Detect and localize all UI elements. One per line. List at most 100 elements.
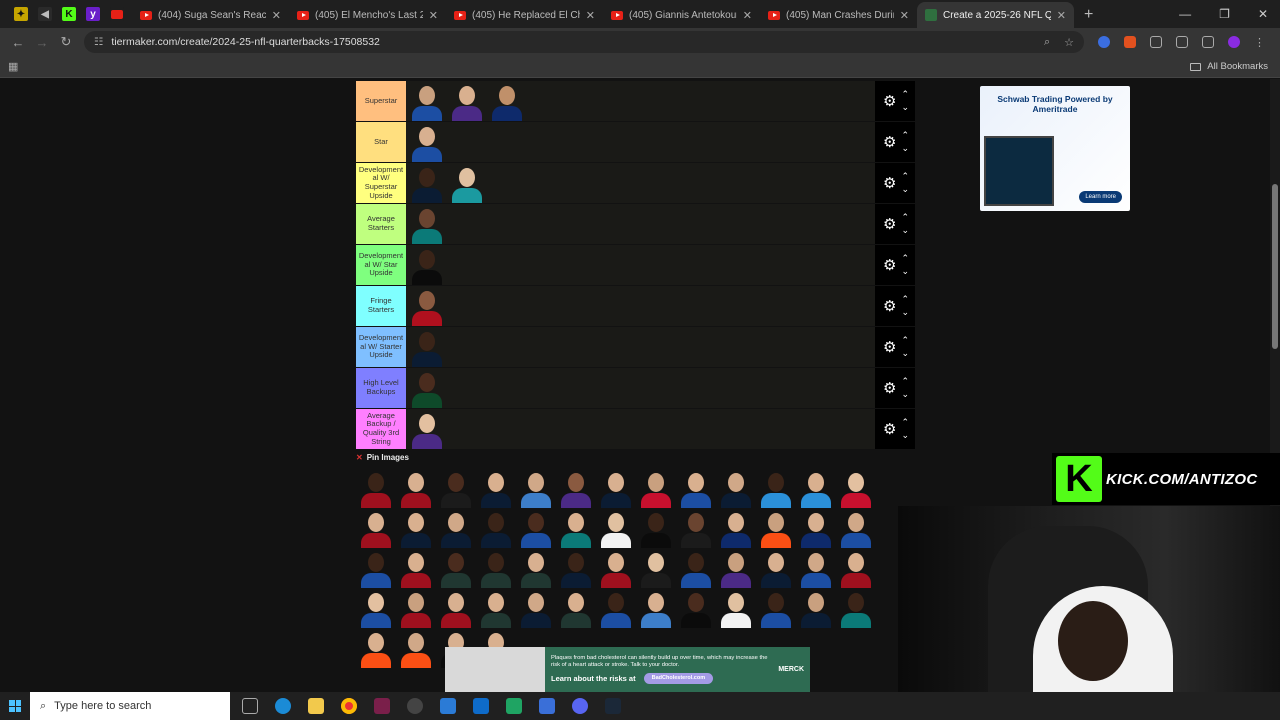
app-icon[interactable]: [407, 698, 423, 714]
move-down-icon[interactable]: ⌄: [901, 388, 909, 401]
player-image[interactable]: [407, 163, 447, 203]
minimize-button[interactable]: —: [1179, 7, 1191, 21]
player-image[interactable]: [596, 468, 636, 508]
move-up-icon[interactable]: ⌃: [901, 252, 909, 265]
app-icon[interactable]: [374, 698, 390, 714]
move-down-icon[interactable]: ⌄: [901, 224, 909, 237]
move-down-icon[interactable]: ⌄: [901, 429, 909, 442]
player-image[interactable]: [796, 508, 836, 548]
tier-label[interactable]: Fringe Starters: [356, 286, 406, 326]
move-up-icon[interactable]: ⌃: [901, 88, 909, 101]
tier-label[interactable]: High Level Backups: [356, 368, 406, 408]
player-image[interactable]: [676, 508, 716, 548]
player-image[interactable]: [407, 245, 447, 285]
pinned-tab-icon[interactable]: ✦: [14, 7, 28, 21]
player-image[interactable]: [476, 548, 516, 588]
kick-icon[interactable]: K: [62, 7, 76, 21]
player-image[interactable]: [716, 548, 756, 588]
address-bar[interactable]: ☷ tiermaker.com/create/2024-25-nfl-quart…: [84, 31, 1084, 53]
app-icon[interactable]: [506, 698, 522, 714]
ad-learn-more-button[interactable]: Learn more: [1079, 191, 1122, 203]
player-image[interactable]: [556, 468, 596, 508]
tab-close-icon[interactable]: ✕: [1057, 9, 1066, 22]
player-image[interactable]: [756, 468, 796, 508]
player-image[interactable]: [487, 81, 527, 121]
profile-avatar[interactable]: [1228, 36, 1240, 48]
player-image[interactable]: [716, 468, 756, 508]
start-button[interactable]: [0, 700, 30, 712]
move-up-icon[interactable]: ⌃: [901, 375, 909, 388]
player-image[interactable]: [836, 508, 876, 548]
audio-tab-icon[interactable]: ◀: [38, 7, 52, 21]
discord-icon[interactable]: [572, 698, 588, 714]
player-image[interactable]: [396, 548, 436, 588]
all-bookmarks[interactable]: All Bookmarks: [1190, 61, 1272, 72]
gear-icon[interactable]: ⚙: [883, 256, 896, 274]
player-image[interactable]: [796, 468, 836, 508]
player-image[interactable]: [407, 122, 447, 162]
move-down-icon[interactable]: ⌄: [901, 183, 909, 196]
player-image[interactable]: [556, 548, 596, 588]
tier-drop-zone[interactable]: [406, 122, 875, 162]
side-ad[interactable]: Schwab Trading Powered by Ameritrade Lea…: [980, 86, 1130, 211]
player-image[interactable]: [407, 368, 447, 408]
scroll-thumb[interactable]: [1272, 184, 1278, 349]
app-icon[interactable]: [440, 698, 456, 714]
player-image[interactable]: [396, 588, 436, 628]
player-image[interactable]: [516, 508, 556, 548]
tier-drop-zone[interactable]: [406, 368, 875, 408]
ad-site-button[interactable]: BadCholesterol.com: [643, 673, 714, 685]
player-image[interactable]: [636, 508, 676, 548]
bookmark-star-icon[interactable]: ☆: [1064, 36, 1074, 49]
pin-images-header[interactable]: ✕ Pin Images: [356, 453, 409, 462]
tab-close-icon[interactable]: ✕: [272, 9, 281, 22]
gear-icon[interactable]: ⚙: [883, 133, 896, 151]
tier-drop-zone[interactable]: [406, 81, 875, 121]
move-down-icon[interactable]: ⌄: [901, 306, 909, 319]
tier-drop-zone[interactable]: [406, 245, 875, 285]
player-image[interactable]: [516, 468, 556, 508]
tab-close-icon[interactable]: ✕: [743, 9, 752, 22]
move-up-icon[interactable]: ⌃: [901, 416, 909, 429]
restore-button[interactable]: ❐: [1219, 7, 1230, 21]
player-image[interactable]: [356, 508, 396, 548]
tab-close-icon[interactable]: ✕: [429, 9, 438, 22]
media-icon[interactable]: [1202, 36, 1214, 48]
tier-drop-zone[interactable]: [406, 327, 875, 367]
move-up-icon[interactable]: ⌃: [901, 334, 909, 347]
gear-icon[interactable]: ⚙: [883, 379, 896, 397]
gear-icon[interactable]: ⚙: [883, 174, 896, 192]
tier-label[interactable]: Star: [356, 122, 406, 162]
file-explorer-icon[interactable]: [308, 698, 324, 714]
extension-icon[interactable]: [1098, 36, 1110, 48]
player-image[interactable]: [396, 508, 436, 548]
player-image[interactable]: [396, 468, 436, 508]
player-image[interactable]: [636, 548, 676, 588]
gear-icon[interactable]: ⚙: [883, 92, 896, 110]
tier-drop-zone[interactable]: [406, 163, 875, 203]
player-image[interactable]: [516, 548, 556, 588]
player-image[interactable]: [716, 508, 756, 548]
site-info-icon[interactable]: ☷: [94, 36, 103, 48]
player-image[interactable]: [756, 548, 796, 588]
new-tab-button[interactable]: +: [1074, 2, 1103, 28]
move-up-icon[interactable]: ⌃: [901, 293, 909, 306]
move-down-icon[interactable]: ⌄: [901, 265, 909, 278]
player-image[interactable]: [436, 548, 476, 588]
chrome-icon[interactable]: [341, 698, 357, 714]
player-image[interactable]: [676, 548, 716, 588]
bottom-ad[interactable]: Plaques from bad cholesterol can silentl…: [445, 647, 810, 692]
player-image[interactable]: [836, 468, 876, 508]
reload-button[interactable]: ↻: [54, 34, 78, 50]
player-image[interactable]: [436, 588, 476, 628]
gear-icon[interactable]: ⚙: [883, 297, 896, 315]
taskbar-search[interactable]: ⌕ Type here to search: [30, 692, 230, 720]
player-image[interactable]: [676, 588, 716, 628]
zoom-icon[interactable]: ⌕: [1044, 36, 1050, 49]
player-image[interactable]: [636, 588, 676, 628]
youtube-pinned-icon[interactable]: [110, 7, 124, 21]
gear-icon[interactable]: ⚙: [883, 420, 896, 438]
tier-drop-zone[interactable]: [406, 204, 875, 244]
player-image[interactable]: [436, 468, 476, 508]
app-icon[interactable]: [539, 698, 555, 714]
